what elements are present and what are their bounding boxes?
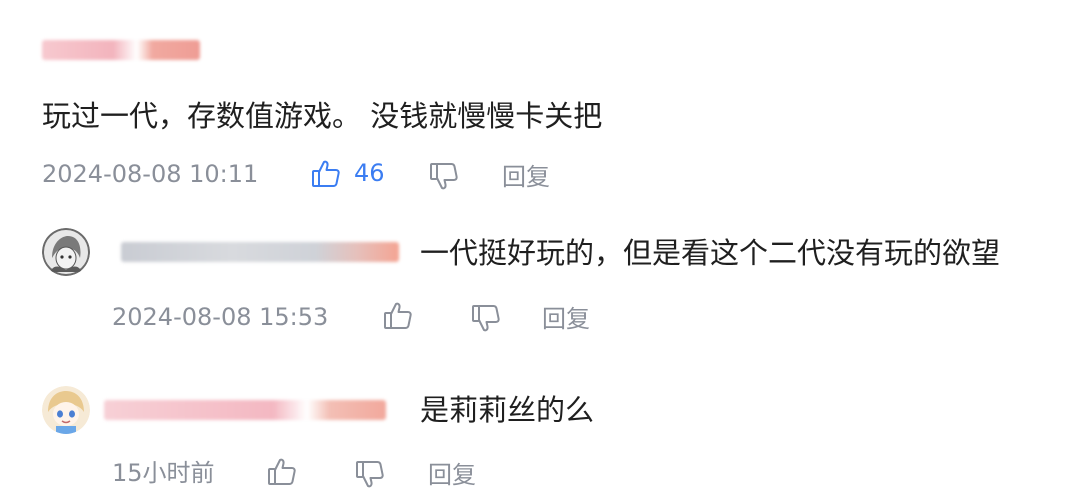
username-redacted [121,242,399,262]
reply-button[interactable]: 回复 [542,304,590,334]
reply-text: 一代挺好玩的，但是看这个二代没有玩的欲望 [420,236,1001,270]
reply-text: 是莉莉丝的么 [420,393,595,427]
anime-avatar-icon[interactable] [42,386,90,434]
thumbs-down-icon[interactable] [470,302,502,334]
thumbs-down-icon[interactable] [428,160,460,192]
comment-text: 玩过一代，存数值游戏。 没钱就慢慢卡关把 [42,99,603,133]
comment-timestamp: 2024-08-08 10:11 [42,160,259,188]
thumbs-down-icon[interactable] [354,458,386,490]
reply-button[interactable]: 回复 [428,460,476,490]
reply-timestamp: 15小时前 [112,459,215,487]
like-count: 46 [354,159,385,187]
username-redacted [42,40,200,60]
thumbs-up-icon[interactable] [310,158,342,190]
thumbs-up-icon[interactable] [266,456,298,488]
thumbs-up-icon[interactable] [382,300,414,332]
reply-button[interactable]: 回复 [502,162,550,192]
username-redacted [104,400,386,420]
reply-timestamp: 2024-08-08 15:53 [112,303,329,331]
anime-avatar-icon[interactable] [42,228,90,276]
